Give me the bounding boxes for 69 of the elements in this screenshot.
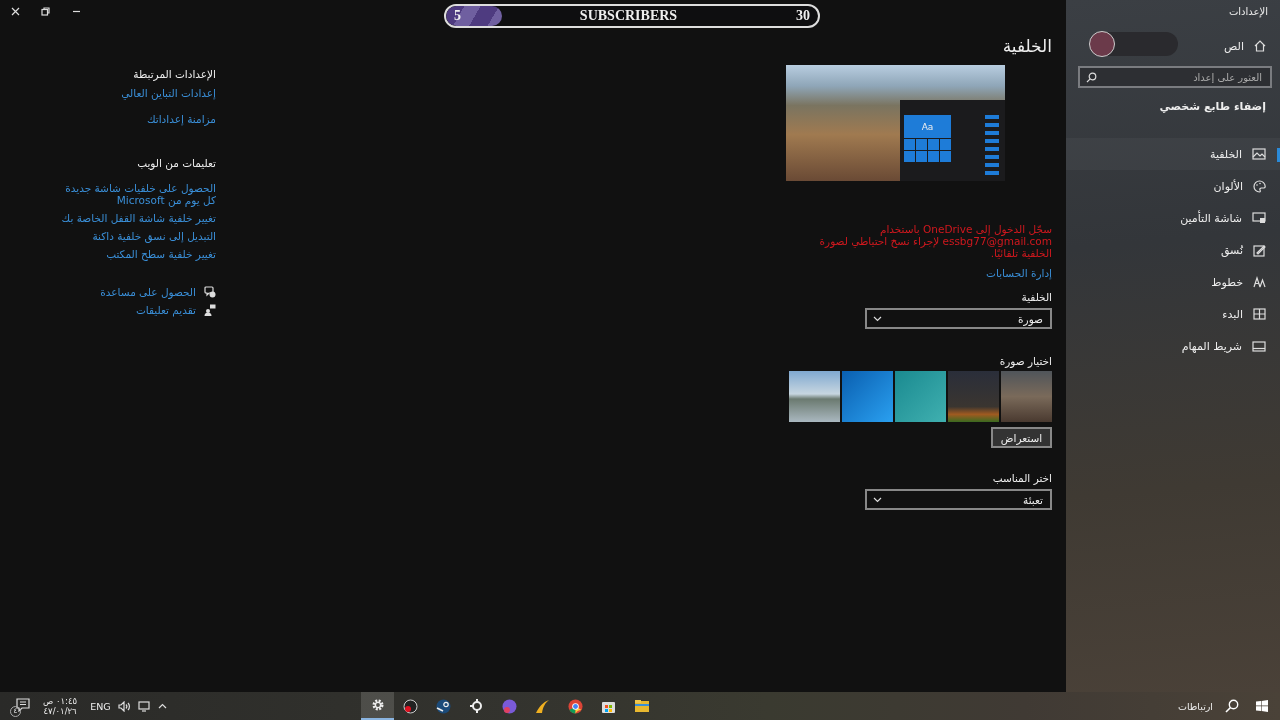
taskbar-label[interactable]: ارتباطات: [1153, 700, 1213, 712]
search-icon: [1086, 72, 1097, 83]
nav-item[interactable]: البدء: [1066, 298, 1280, 330]
palette-icon: [1253, 179, 1266, 193]
taskbar-icon: [1252, 340, 1266, 352]
field-label: الخلفية: [1021, 291, 1052, 303]
settings-icon[interactable]: [361, 692, 394, 720]
section-heading: تعليمات من الويب: [137, 157, 216, 169]
home-link[interactable]: الص: [1224, 39, 1244, 53]
section-heading: الإعدادات المرتبطة: [133, 68, 216, 80]
tile: [940, 139, 951, 150]
photo-placeholder[interactable]: [948, 371, 999, 422]
progress-label: SUBSCRIBERS: [579, 8, 678, 24]
font-icon: [1253, 276, 1266, 288]
tile: [916, 151, 927, 162]
tile: [928, 151, 939, 162]
background-dropdown[interactable]: صورة: [865, 308, 1052, 329]
sync-warning: سجّل الدخول إلى OneDrive باستخدام essbg77@gmail.com لإجراء نسخ احتياطي لصورة الخلفية تلقائيًا.: [818, 223, 1052, 259]
tile: [916, 139, 927, 150]
fit-dropdown[interactable]: تعبئة: [865, 489, 1052, 510]
nav-item[interactable]: نُسق: [1066, 234, 1280, 266]
photo-placeholder[interactable]: [789, 371, 840, 422]
field-label: اختر المناسب: [992, 472, 1052, 484]
help-link[interactable]: الحصول على مساعدة: [100, 286, 196, 298]
chevron-down-icon: [873, 315, 882, 322]
nav-item[interactable]: الخلفية: [1066, 138, 1280, 170]
search-icon[interactable]: [1225, 699, 1239, 713]
nav-item[interactable]: الألوان: [1066, 170, 1280, 202]
tiles-icon: [1253, 308, 1266, 320]
network-icon[interactable]: [137, 700, 151, 712]
nav-item[interactable]: شاشة التأمين: [1066, 202, 1280, 234]
close-icon[interactable]: [10, 6, 20, 16]
window-title: الإعدادات: [1227, 5, 1269, 20]
help-link[interactable]: تغيير خلفية شاشة القفل الخاصة بك: [56, 212, 216, 224]
manage-accounts-link[interactable]: إدارة الحسابات: [986, 267, 1052, 279]
help-link[interactable]: تقديم تعليقات: [135, 304, 196, 316]
language-indicator[interactable]: ENG: [90, 700, 111, 712]
monitor-lock-icon: [1252, 212, 1266, 224]
browse-button[interactable]: استعراض: [991, 427, 1052, 448]
picture-icon: [1252, 148, 1266, 160]
page-title: الخلفية: [1002, 36, 1052, 56]
help-link[interactable]: التبديل إلى نسق خلفية داكنة: [56, 230, 216, 242]
brush-frame-icon: [1253, 243, 1266, 257]
tile: [904, 151, 915, 162]
field-label: اختيار صورة: [999, 355, 1052, 367]
nav-item[interactable]: شريط المهام: [1066, 330, 1280, 362]
chevron-up-icon[interactable]: [157, 703, 167, 709]
settings-link[interactable]: مزامنة إعداداتك: [121, 113, 216, 125]
tile: [940, 151, 951, 162]
person-feedback-icon: [204, 304, 216, 316]
speaker-icon[interactable]: [117, 700, 131, 712]
search-field[interactable]: العثور على إعداد: [1078, 66, 1272, 88]
goal-count: 30: [796, 8, 810, 24]
tile: [928, 139, 939, 150]
tile-label: Aa: [904, 115, 951, 138]
restore-icon[interactable]: [41, 6, 51, 16]
chevron-down-icon: [873, 496, 882, 503]
help-link[interactable]: تغيير خلفية سطح المكتب: [56, 248, 216, 260]
chat-help-icon: [204, 286, 216, 298]
notification-icon[interactable]: [16, 698, 30, 712]
settings-link[interactable]: إعدادات التباين العالي: [121, 87, 216, 99]
section-heading: إضفاء طابع شخصي: [1158, 99, 1267, 115]
home-icon: [1254, 40, 1266, 52]
help-link[interactable]: الحصول على خلفيات شاشة جديدة كل يوم من Microsoft: [56, 182, 216, 206]
nav-item[interactable]: خطوط: [1066, 266, 1280, 298]
clock[interactable]: ٠١:٤٥ ص ٤٧/٠١/٢٦: [43, 696, 78, 716]
windows-start-icon[interactable]: [1256, 700, 1268, 712]
current-count: 5: [454, 8, 461, 24]
tile: [904, 139, 915, 150]
